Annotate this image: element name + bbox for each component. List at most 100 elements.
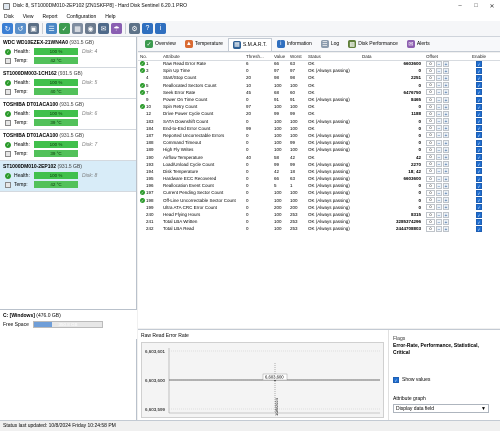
enable-checkbox[interactable]: ✓ [476,161,482,168]
col-threshold[interactable]: Thresh... [244,53,272,61]
offset-minus-button[interactable]: − [436,204,442,211]
enable-checkbox[interactable]: ✓ [476,225,482,232]
offset-input[interactable]: 0 [426,60,435,67]
offset-plus-button[interactable]: + [443,82,449,89]
table-row[interactable]: ✓ 197 Current Pending Sector Count 0 100 100 O… [138,189,500,197]
table-row[interactable]: 190 Airflow Temperature 40 58 42 OK 42 0− + ✓ [138,153,500,161]
show-values-checkbox[interactable]: ✓ Show values [393,377,430,383]
col-value[interactable]: Value [272,53,288,61]
offset-input[interactable]: 0 [426,146,435,153]
tab-log[interactable]: ☰ Log [317,38,343,50]
enable-checkbox[interactable]: ✓ [476,110,482,117]
offset-input[interactable]: 0 [426,110,435,117]
offset-plus-button[interactable]: + [443,161,449,168]
table-row[interactable]: ✓ 10 Spin Retry Count 97 100 100 OK 0 0− + ✓ [138,103,500,110]
table-row[interactable]: 242 Total LBA Read 0 100 253 OK (Always passi… [138,225,500,233]
disk-item-selected[interactable]: ST1000DM010-2EP102 (931.5 GB) ✓ Health: 10… [0,161,136,192]
offset-plus-button[interactable]: + [443,154,449,161]
offset-minus-button[interactable]: − [436,218,442,225]
col-no[interactable]: No. [138,53,161,61]
col-offset[interactable]: Offset [424,53,470,61]
offset-input[interactable]: 0 [426,175,435,182]
enable-checkbox[interactable]: ✓ [476,146,482,153]
enable-checkbox[interactable]: ✓ [476,60,482,67]
close-button[interactable]: ✕ [484,0,500,12]
refresh-disk-icon[interactable]: ↺ [15,23,26,34]
offset-input[interactable]: 0 [426,225,435,232]
offset-minus-button[interactable]: − [436,96,442,103]
enable-checkbox[interactable]: ✓ [476,89,482,96]
enable-checkbox[interactable]: ✓ [476,67,482,74]
offset-input[interactable]: 0 [426,139,435,146]
backup-icon[interactable]: ☂ [111,23,122,34]
offset-minus-button[interactable]: − [436,168,442,175]
offset-input[interactable]: 0 [426,161,435,168]
enable-checkbox[interactable]: ✓ [476,96,482,103]
send-report-icon[interactable]: ✉ [98,23,109,34]
offset-input[interactable]: 0 [426,189,435,196]
offset-minus-button[interactable]: − [436,103,442,110]
enable-checkbox[interactable]: ✓ [476,118,482,125]
col-worst[interactable]: Worst [288,53,306,61]
tab-smart[interactable]: ▦ S.M.A.R.T. [227,37,272,51]
offset-plus-button[interactable]: + [443,197,449,204]
offset-input[interactable]: 0 [426,118,435,125]
enable-checkbox[interactable]: ✓ [476,204,482,211]
enable-checkbox[interactable]: ✓ [476,154,482,161]
info-icon[interactable]: i [155,23,166,34]
offset-plus-button[interactable]: + [443,132,449,139]
offset-input[interactable]: 0 [426,154,435,161]
table-row[interactable]: 184 End-to-End Error Count 99 100 100 OK 0 0− + ✓ [138,125,500,132]
offset-plus-button[interactable]: + [443,110,449,118]
enable-checkbox[interactable]: ✓ [476,139,482,146]
offset-input[interactable]: 0 [426,218,435,225]
drive-icon[interactable]: ▣ [28,23,39,34]
offset-input[interactable]: 0 [426,67,435,74]
offset-minus-button[interactable]: − [436,146,442,153]
attribute-graph-select[interactable]: Display data field ▼ [393,404,489,413]
enable-checkbox[interactable]: ✓ [476,189,482,196]
offset-minus-button[interactable]: − [436,197,442,204]
table-row[interactable]: 187 Reported Uncorrectable Errors 0 100 100 O… [138,132,500,139]
table-row[interactable]: 189 High Fly Writes 0 100 100 OK (Always pass… [138,146,500,153]
offset-input[interactable]: 0 [426,74,435,81]
offset-plus-button[interactable]: + [443,168,449,175]
offset-plus-button[interactable]: + [443,139,449,146]
menu-disk[interactable]: Disk [4,14,14,20]
offset-minus-button[interactable]: − [436,74,442,82]
minimize-button[interactable]: – [452,0,468,12]
offset-plus-button[interactable]: + [443,182,449,189]
table-row[interactable]: 9 Power On Time Count 0 91 91 OK (Always pass… [138,96,500,103]
disk-item[interactable]: TOSHIBA DT01ACA100 (931.5 GB) ✓ Health: 10… [0,130,136,161]
offset-plus-button[interactable]: + [443,60,449,67]
offset-input[interactable]: 0 [426,168,435,175]
offset-minus-button[interactable]: − [436,125,442,132]
offset-minus-button[interactable]: − [436,189,442,197]
col-status[interactable]: Status [306,53,360,61]
enable-checkbox[interactable]: ✓ [476,125,482,132]
col-attribute[interactable]: Attribute [161,53,244,61]
table-row[interactable]: 4 Start/Stop Count 20 98 98 OK 2251 0− + ✓ [138,74,500,82]
offset-plus-button[interactable]: + [443,189,449,197]
enable-checkbox[interactable]: ✓ [476,82,482,89]
offset-minus-button[interactable]: − [436,175,442,182]
offset-input[interactable]: 0 [426,211,435,218]
disk-item[interactable]: TOSHIBA DT01ACA100 (931.5 GB) ✓ Health: 10… [0,99,136,130]
table-row[interactable]: ✓ 198 Off-Line Uncorrectable Sector Count 0… [138,197,500,204]
table-row[interactable]: 193 Load/Unload Cycle Count 0 99 99 OK (Alway… [138,161,500,168]
offset-plus-button[interactable]: + [443,175,449,182]
enable-checkbox[interactable]: ✓ [476,182,482,189]
offset-minus-button[interactable]: − [436,82,442,89]
offset-input[interactable]: 0 [426,197,435,204]
maximize-button[interactable]: □ [468,0,484,12]
table-row[interactable]: 188 Command Timeout 0 100 99 OK (Always passi… [138,139,500,146]
offset-plus-button[interactable]: + [443,96,449,103]
offset-minus-button[interactable]: − [436,211,442,218]
help-icon[interactable]: ? [142,23,153,34]
enable-checkbox[interactable]: ✓ [476,103,482,110]
offset-input[interactable]: 0 [426,182,435,189]
offset-plus-button[interactable]: + [443,103,449,110]
enable-checkbox[interactable]: ✓ [476,168,482,175]
tab-temperature[interactable]: ▲ Temperature [181,38,227,50]
offset-input[interactable]: 0 [426,82,435,89]
